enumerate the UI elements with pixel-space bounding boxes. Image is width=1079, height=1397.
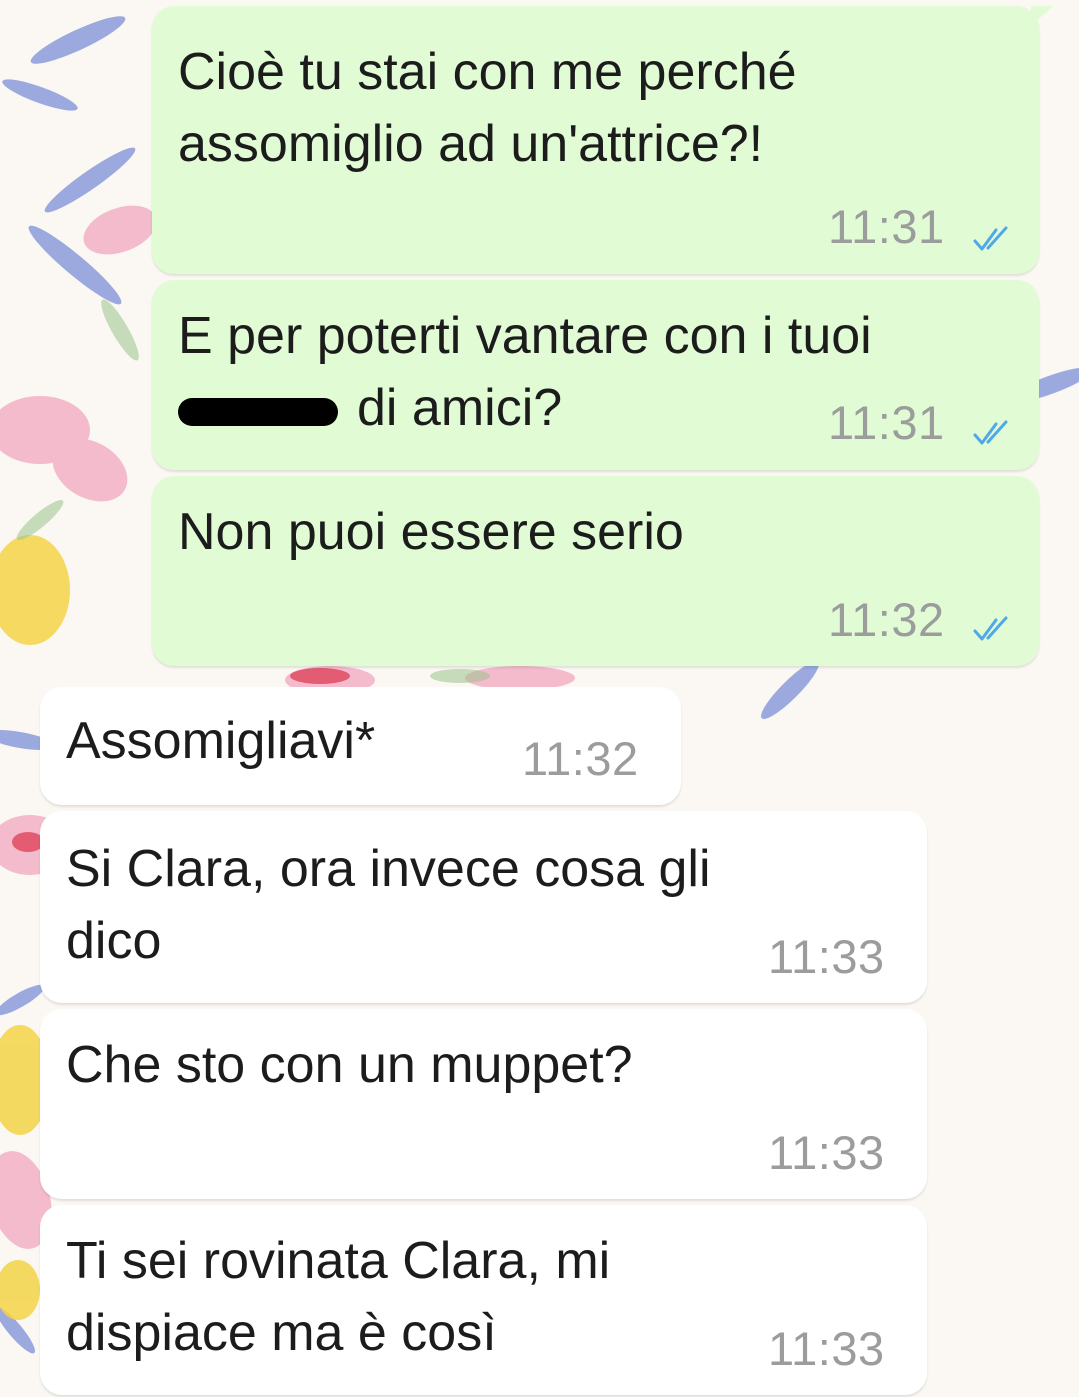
message-bubble-outgoing[interactable]: Non puoi essere serio 11:32 xyxy=(152,476,1039,666)
message-timestamp: 11:33 xyxy=(768,1126,885,1179)
message-text-line: Assomigliavi* xyxy=(66,712,376,770)
double-check-read-icon xyxy=(973,616,1008,641)
message-text-line: di amici? xyxy=(357,379,563,437)
message-bubble-incoming[interactable]: Si Clara, ora invece cosa gli dico 11:33 xyxy=(40,811,927,1003)
redacted-word xyxy=(178,398,338,426)
message-timestamp: 11:32 xyxy=(522,732,639,785)
message-bubble-incoming[interactable]: Che sto con un muppet? 11:33 xyxy=(40,1009,927,1199)
double-check-read-icon xyxy=(973,226,1008,251)
message-bubble-incoming[interactable]: Ti sei rovinata Clara, mi dispiace ma è … xyxy=(40,1205,927,1395)
message-text-line: Ti sei rovinata Clara, mi xyxy=(66,1232,611,1290)
message-text-line: Cioè tu stai con me perché xyxy=(178,43,797,101)
bubble-tail xyxy=(1031,6,1053,26)
message-bubble-outgoing[interactable]: Cioè tu stai con me perché assomiglio ad… xyxy=(152,6,1053,274)
double-check-read-icon xyxy=(973,420,1008,445)
message-text-line: Che sto con un muppet? xyxy=(66,1036,633,1094)
message-timestamp: 11:32 xyxy=(828,593,945,646)
message-bubble-incoming[interactable]: Assomigliavi* 11:32 xyxy=(40,687,681,805)
message-timestamp: 11:31 xyxy=(828,396,945,449)
message-text-line: dico xyxy=(66,912,162,970)
message-text-line: Si Clara, ora invece cosa gli xyxy=(66,840,711,898)
message-bubble-outgoing[interactable]: E per poterti vantare con i tuoi di amic… xyxy=(152,280,1039,470)
message-timestamp: 11:31 xyxy=(828,200,945,253)
message-text-line: assomiglio ad un'attrice?! xyxy=(178,115,764,173)
message-text-line: E per poterti vantare con i tuoi xyxy=(178,307,872,365)
message-timestamp: 11:33 xyxy=(768,1322,885,1375)
message-timestamp: 11:33 xyxy=(768,930,885,983)
message-text-line: dispiace ma è così xyxy=(66,1304,497,1362)
message-text-line: Non puoi essere serio xyxy=(178,503,684,561)
